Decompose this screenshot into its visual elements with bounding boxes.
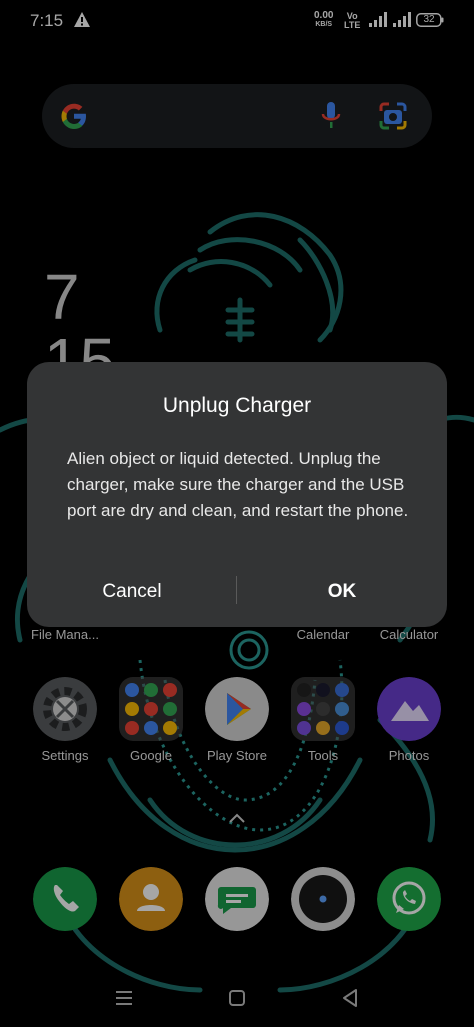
dialog-message: Alien object or liquid detected. Unplug … [67, 449, 409, 520]
ok-button[interactable]: OK [237, 572, 447, 612]
dialog-title: Unplug Charger [162, 394, 312, 417]
cancel-button[interactable]: Cancel [27, 572, 237, 612]
unplug-charger-dialog: Unplug Charger Alien object or liquid de… [27, 362, 447, 627]
